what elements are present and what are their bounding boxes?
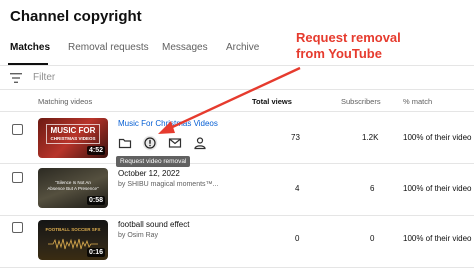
- video-title[interactable]: October 12, 2022: [118, 169, 180, 178]
- video-title[interactable]: football sound effect: [118, 220, 189, 229]
- tab-removal-requests[interactable]: Removal requests: [68, 42, 149, 53]
- filter-bar[interactable]: Filter: [0, 66, 474, 90]
- folder-icon[interactable]: [118, 136, 132, 150]
- video-thumbnail[interactable]: MUSIC FOR CHRISTMAS VIDEOS 4:52: [38, 118, 108, 158]
- video-title-link[interactable]: Music For Christmas Videos: [118, 119, 218, 128]
- total-views: 0: [295, 234, 300, 243]
- table-header: Matching videos Total views Subscribers …: [0, 90, 474, 112]
- row-checkbox[interactable]: [12, 172, 23, 183]
- thumbnail-subtext: CHRISTMAS VIDEOS: [50, 136, 96, 141]
- header-matching-videos: Matching videos: [38, 97, 93, 106]
- tab-bar: Matches Removal requests Messages Archiv…: [0, 42, 474, 66]
- table-row: FOOTBALL SOCCER SFX 0:16 football sound …: [0, 216, 474, 268]
- table-row: MUSIC FOR CHRISTMAS VIDEOS 4:52 Music Fo…: [0, 112, 474, 164]
- header-total-views[interactable]: Total views: [252, 97, 292, 106]
- envelope-icon[interactable]: [168, 136, 182, 150]
- video-duration: 0:58: [86, 196, 105, 205]
- page-title: Channel copyright: [10, 8, 142, 25]
- video-thumbnail[interactable]: FOOTBALL SOCCER SFX 0:16: [38, 220, 108, 260]
- annotation-line-1: Request removal: [296, 30, 401, 45]
- row-checkbox[interactable]: [12, 222, 23, 233]
- annotation-callout: Request removal from YouTube: [296, 30, 401, 62]
- subscribers: 1.2K: [362, 133, 379, 142]
- filter-input[interactable]: Filter: [33, 72, 55, 83]
- thumbnail-subtext: Absence But A Presence": [47, 186, 99, 191]
- total-views: 4: [295, 184, 300, 193]
- header-match: % match: [403, 97, 433, 106]
- header-subscribers: Subscribers: [341, 97, 381, 106]
- tab-matches[interactable]: Matches: [10, 42, 50, 53]
- video-duration: 0:16: [86, 248, 105, 257]
- match-percent: 100% of their video: [403, 184, 472, 193]
- person-icon[interactable]: [193, 136, 207, 150]
- total-views: 73: [291, 133, 300, 142]
- match-percent: 100% of their video: [403, 133, 472, 142]
- video-duration: 4:52: [86, 146, 105, 155]
- tab-messages[interactable]: Messages: [162, 42, 208, 53]
- request-removal-icon[interactable]: [142, 135, 158, 151]
- subscribers: 0: [370, 234, 375, 243]
- video-thumbnail[interactable]: "Silence Is Not An Absence But A Presenc…: [38, 168, 108, 208]
- row-checkbox[interactable]: [12, 124, 23, 135]
- video-channel[interactable]: by Osim Ray: [118, 232, 158, 239]
- video-channel[interactable]: by SHIBU magical moments™...: [118, 181, 218, 188]
- table-row: "Silence Is Not An Absence But A Presenc…: [0, 164, 474, 216]
- match-percent: 100% of their video: [403, 234, 472, 243]
- filter-icon[interactable]: [10, 73, 22, 83]
- subscribers: 6: [370, 184, 375, 193]
- thumbnail-text: FOOTBALL SOCCER SFX: [45, 227, 101, 232]
- active-tab-indicator: [8, 63, 48, 65]
- thumbnail-text: MUSIC FOR: [50, 126, 96, 135]
- annotation-line-2: from YouTube: [296, 46, 382, 61]
- tab-archive[interactable]: Archive: [226, 42, 259, 53]
- thumbnail-text: "Silence Is Not An: [55, 180, 91, 185]
